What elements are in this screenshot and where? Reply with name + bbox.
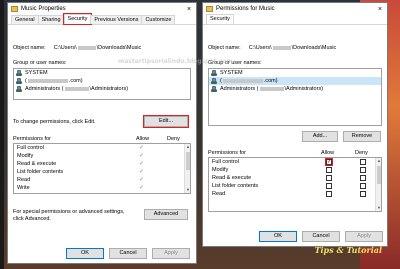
- deny-header: Deny: [167, 136, 180, 142]
- allow-list-folder-checkbox[interactable]: [326, 183, 332, 189]
- special-permissions-text-1: For special permissions or advanced sett…: [13, 209, 125, 215]
- list-item[interactable]: Administrators (\Administrators): [14, 85, 190, 93]
- user-group-icon: [211, 70, 217, 76]
- folder-icon: [11, 6, 18, 12]
- table-row: Full control ✓: [17, 145, 145, 151]
- deny-list-folder-checkbox[interactable]: [360, 183, 366, 189]
- desktop-edge: [0, 0, 4, 269]
- allow-check-icon: ✓: [139, 185, 145, 191]
- apply-button[interactable]: Apply: [152, 248, 190, 259]
- title-bar: Music Properties ×: [8, 3, 196, 15]
- table-row: Write ✓: [17, 185, 145, 191]
- object-name-value: C:\Users\ \Downloads\Music: [248, 45, 337, 51]
- watermark: mastertipsorialindo.blogspot.com: [118, 58, 233, 65]
- ok-button[interactable]: OK: [259, 231, 297, 242]
- user-icon: [16, 78, 22, 84]
- add-button[interactable]: Add...: [302, 131, 338, 142]
- tab-security[interactable]: Security: [62, 13, 93, 25]
- permissions-window: Permissions for Music × Security Object …: [202, 2, 388, 247]
- advanced-button[interactable]: Advanced: [144, 209, 188, 220]
- object-name-value: C:\Users\ \Downloads\Music: [53, 45, 142, 51]
- allow-read-execute-checkbox[interactable]: [326, 175, 332, 181]
- permissions-table: Full control ✓ Modify ✓ Read & execute ✓ Li…: [13, 143, 191, 194]
- scroll-down-icon[interactable]: ▼: [376, 205, 382, 211]
- scroll-up-icon[interactable]: ▲: [376, 158, 382, 164]
- object-name-row: Object name: C:\Users\ \Downloads\Music: [208, 45, 336, 51]
- tab-general[interactable]: General: [11, 15, 39, 24]
- user-icon: [211, 78, 217, 84]
- allow-check-icon: ✓: [139, 161, 145, 167]
- ok-button[interactable]: OK: [66, 248, 104, 259]
- allow-check-icon: ✓: [139, 177, 145, 183]
- list-item-selected[interactable]: (.com): [209, 77, 381, 85]
- list-item[interactable]: SYSTEM: [209, 69, 381, 77]
- list-item[interactable]: SYSTEM: [14, 69, 190, 77]
- table-row: Read & execute: [209, 174, 381, 182]
- deny-read-checkbox[interactable]: [360, 191, 366, 197]
- allow-full-control-checkbox[interactable]: ✓: [325, 158, 333, 166]
- allow-read-checkbox[interactable]: [326, 191, 332, 197]
- user-group-icon: [16, 86, 22, 92]
- tab-previous-versions[interactable]: Previous Versions: [90, 15, 143, 24]
- deny-modify-checkbox[interactable]: [360, 167, 366, 173]
- user-list[interactable]: SYSTEM (.com) Administrators (\Administr…: [208, 68, 382, 126]
- edit-button[interactable]: Edit...: [143, 115, 189, 128]
- group-label: Group or user names:: [13, 60, 67, 66]
- tab-security[interactable]: Security: [206, 14, 234, 24]
- table-row: Full control ✓: [209, 158, 381, 166]
- close-button[interactable]: ×: [182, 6, 196, 13]
- permissions-table: Full control ✓ Modify Read & execute Lis…: [208, 157, 382, 212]
- window-title: Permissions for Music: [216, 6, 275, 12]
- tab-sharing[interactable]: Sharing: [37, 15, 65, 24]
- allow-check-icon: ✓: [139, 169, 145, 175]
- permissions-scrollbar[interactable]: ▲ ▼: [375, 158, 381, 211]
- remove-button[interactable]: Remove: [343, 131, 381, 142]
- object-name-label: Object name:: [208, 45, 241, 51]
- scroll-up-icon[interactable]: ▲: [185, 144, 191, 150]
- deny-header: Deny: [355, 150, 368, 156]
- deny-read-execute-checkbox[interactable]: [360, 175, 366, 181]
- special-permissions-text-2: click Advanced.: [13, 216, 51, 222]
- object-name-label: Object name:: [13, 45, 46, 51]
- table-row: List folder contents: [209, 182, 381, 190]
- list-item[interactable]: Administrators (\Administrators): [209, 85, 381, 93]
- object-name-row: Object name: C:\Users\ \Downloads\Music: [13, 45, 141, 51]
- allow-modify-checkbox[interactable]: [326, 167, 332, 173]
- deny-full-control-checkbox[interactable]: [360, 159, 366, 165]
- window-title: Music Properties: [21, 6, 66, 12]
- cancel-button[interactable]: Cancel: [302, 231, 340, 242]
- user-group-icon: [211, 86, 217, 92]
- close-button[interactable]: ×: [373, 6, 387, 13]
- brand-logo: Tips & Tutorial: [314, 245, 382, 255]
- folder-icon: [206, 6, 213, 12]
- allow-check-icon: ✓: [139, 153, 145, 159]
- table-row: Modify ✓: [17, 153, 145, 159]
- list-item[interactable]: (.com): [14, 77, 190, 85]
- table-row: Read: [209, 190, 381, 198]
- user-list[interactable]: SYSTEM (.com) Administrators (\Administr…: [13, 68, 191, 100]
- table-row: Read & execute ✓: [17, 161, 145, 167]
- apply-button[interactable]: Apply: [345, 231, 383, 242]
- table-row: Modify: [209, 166, 381, 174]
- allow-header: Allow: [136, 136, 150, 142]
- permissions-for-label: Permissions for: [13, 136, 51, 142]
- tab-bar: Security: [203, 14, 387, 25]
- change-permissions-text: To change permissions, click Edit.: [13, 119, 96, 125]
- cancel-button[interactable]: Cancel: [109, 248, 147, 259]
- scroll-down-icon[interactable]: ▼: [185, 187, 191, 193]
- table-row: Read ✓: [17, 177, 145, 183]
- music-properties-window: Music Properties × General Sharing Secur…: [7, 2, 197, 264]
- permissions-scrollbar[interactable]: ▲ ▼: [184, 144, 190, 193]
- allow-header: Allow: [321, 150, 335, 156]
- tab-customize[interactable]: Customize: [141, 15, 176, 24]
- scroll-thumb[interactable]: [186, 152, 190, 170]
- allow-check-icon: ✓: [139, 145, 145, 151]
- user-group-icon: [16, 70, 22, 76]
- permissions-for-label: Permissions for: [208, 150, 246, 156]
- table-row: List folder contents ✓: [17, 169, 145, 175]
- tab-bar: General Sharing Security Previous Versio…: [8, 13, 196, 25]
- scroll-thumb[interactable]: [377, 166, 381, 184]
